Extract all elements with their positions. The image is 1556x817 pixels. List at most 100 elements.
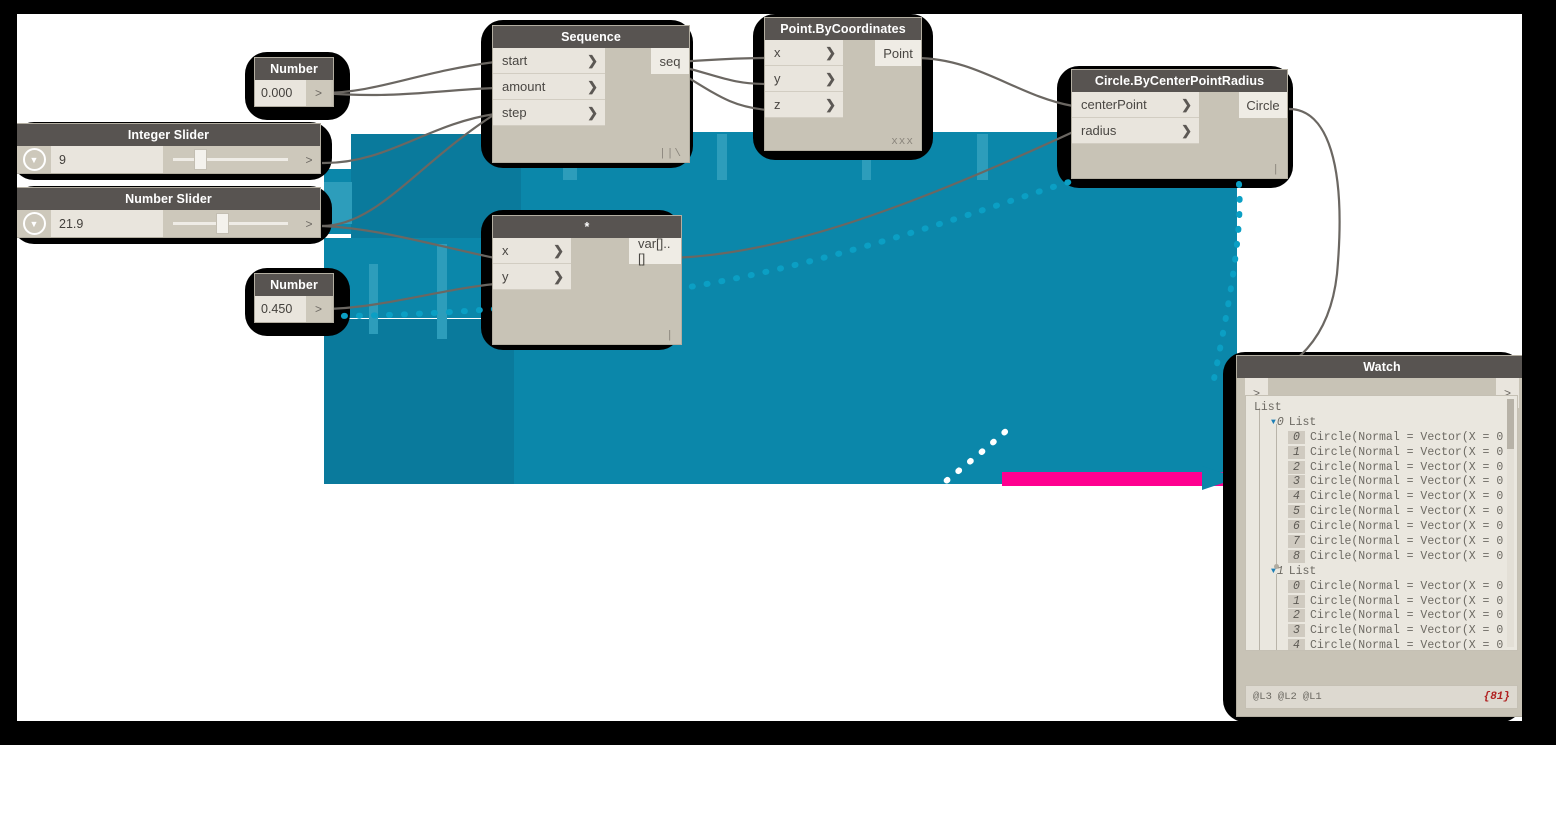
node-title: Point.ByCoordinates: [765, 18, 921, 40]
lacing-indicator[interactable]: xxx: [891, 136, 914, 148]
watch-row-label: List: [1288, 564, 1317, 578]
watch-tree-row[interactable]: List: [1246, 400, 1504, 415]
lacing-indicator[interactable]: |: [1272, 164, 1280, 176]
node-title: Integer Slider: [17, 124, 320, 146]
slider-thumb[interactable]: [217, 214, 228, 233]
node-integer-slider[interactable]: Integer Slider ▼ 9 >: [17, 124, 320, 173]
input-port-y[interactable]: y ❯: [493, 264, 571, 290]
watch-result-list[interactable]: List ▼ 0 List 0 Circle(Normal = Vector(X = 01…: [1246, 396, 1517, 650]
level-badge-l2[interactable]: @L2: [1278, 691, 1297, 703]
port-label: seq: [659, 53, 681, 69]
chevron-right-icon: ❯: [825, 44, 836, 60]
expander-button[interactable]: ▼: [17, 146, 51, 173]
node-circle-bycenterpointradius[interactable]: Circle.ByCenterPointRadius centerPoint ❯…: [1072, 70, 1287, 178]
node-title: Number: [255, 274, 333, 296]
chevron-right-icon: ❯: [1181, 96, 1192, 112]
chevron-right-icon: ❯: [587, 78, 598, 94]
watch-row-label: Circle(Normal = Vector(X = 0: [1310, 624, 1504, 638]
watch-tree-row[interactable]: 0 Circle(Normal = Vector(X = 0: [1246, 430, 1504, 445]
watch-tree-row[interactable]: 2 Circle(Normal = Vector(X = 0: [1246, 460, 1504, 475]
watch-tree-row[interactable]: 6 Circle(Normal = Vector(X = 0: [1246, 519, 1504, 534]
watch-tree-row[interactable]: 3 Circle(Normal = Vector(X = 0: [1246, 623, 1504, 638]
watch-row-index: 5: [1288, 505, 1305, 519]
watch-tree-row[interactable]: 0 Circle(Normal = Vector(X = 0: [1246, 579, 1504, 594]
input-port-z[interactable]: z ❯: [765, 92, 843, 118]
slider-value-input[interactable]: 21.9: [51, 210, 163, 237]
node-canvas[interactable]: Number 0.000 > Integer Slider ▼ 9 > Numb…: [17, 14, 1522, 721]
watch-row-index: 4: [1288, 490, 1305, 504]
input-port-step[interactable]: step ❯: [493, 100, 605, 126]
input-port-radius[interactable]: radius ❯: [1072, 118, 1199, 144]
watch-row-index: 3: [1288, 624, 1305, 638]
output-port-var[interactable]: var[]..[]: [629, 236, 681, 266]
watch-footer: @L3 @L2 @L1 {81}: [1246, 686, 1517, 708]
node-title: Number Slider: [17, 188, 320, 210]
level-badge-l3[interactable]: @L3: [1253, 691, 1272, 703]
watch-tree-row[interactable]: 7 Circle(Normal = Vector(X = 0: [1246, 534, 1504, 549]
node-point-bycoordinates[interactable]: Point.ByCoordinates x ❯ y ❯ z ❯ Point xx…: [765, 18, 921, 150]
watch-tree-row[interactable]: 4 Circle(Normal = Vector(X = 0: [1246, 489, 1504, 504]
watch-row-index: 2: [1288, 609, 1305, 623]
node-title: *: [493, 216, 681, 238]
port-label: y: [774, 71, 781, 86]
watch-tree-row[interactable]: ▼ 1 List: [1246, 564, 1504, 579]
watch-tree-row[interactable]: ▼ 0 List: [1246, 415, 1504, 430]
output-port-seq[interactable]: seq: [651, 48, 689, 74]
port-label: z: [774, 97, 781, 112]
node-number-slider[interactable]: Number Slider ▼ 21.9 >: [17, 188, 320, 237]
watch-tree-row[interactable]: 8 Circle(Normal = Vector(X = 0: [1246, 549, 1504, 564]
input-port-centerpoint[interactable]: centerPoint ❯: [1072, 92, 1199, 118]
expander-triangle-icon[interactable]: ▼: [1271, 567, 1276, 576]
output-port-chevron[interactable]: >: [306, 80, 331, 106]
input-port-amount[interactable]: amount ❯: [493, 74, 605, 100]
input-port-x[interactable]: x ❯: [765, 40, 843, 66]
chevron-right-icon: ❯: [553, 268, 564, 284]
expander-triangle-icon[interactable]: ▼: [1271, 418, 1276, 427]
watch-tree-row[interactable]: 4 Circle(Normal = Vector(X = 0: [1246, 638, 1504, 650]
node-multiply[interactable]: * x ❯ y ❯ var[]..[] |: [493, 216, 681, 344]
output-port-chevron[interactable]: >: [298, 146, 320, 173]
watch-item-count: {81}: [1483, 691, 1510, 703]
watch-scrollbar-thumb[interactable]: [1507, 399, 1514, 449]
slider-track[interactable]: [163, 210, 298, 237]
port-label: var[]..[]: [638, 236, 671, 266]
watch-tree-row[interactable]: 1 Circle(Normal = Vector(X = 0: [1246, 594, 1504, 609]
node-title: Circle.ByCenterPointRadius: [1072, 70, 1287, 92]
output-port-point[interactable]: Point: [875, 40, 921, 66]
watch-row-label: Circle(Normal = Vector(X = 0: [1310, 549, 1504, 563]
output-port-circle[interactable]: Circle: [1239, 92, 1287, 118]
watch-row-index: 1: [1288, 594, 1305, 608]
number-value-input[interactable]: 0.450: [255, 296, 306, 322]
node-watch[interactable]: Watch > > List ▼ 0 List 0 Circle(Normal = Vec…: [1237, 356, 1522, 716]
slider-track[interactable]: [163, 146, 298, 173]
level-badge-l1[interactable]: @L1: [1303, 691, 1322, 703]
output-port-chevron[interactable]: >: [298, 210, 320, 237]
node-number-bottom[interactable]: Number 0.450 >: [255, 274, 333, 322]
number-value-input[interactable]: 0.000: [255, 80, 306, 106]
chevron-right-icon: ❯: [587, 104, 598, 120]
lacing-indicator[interactable]: |: [666, 330, 674, 342]
input-port-y[interactable]: y ❯: [765, 66, 843, 92]
slider-thumb[interactable]: [195, 150, 207, 169]
node-number-top[interactable]: Number 0.000 >: [255, 58, 333, 106]
input-port-start[interactable]: start ❯: [493, 48, 605, 74]
chevron-right-icon: ❯: [553, 242, 564, 258]
output-port-chevron[interactable]: >: [306, 296, 331, 322]
input-port-x[interactable]: x ❯: [493, 238, 571, 264]
watch-row-label: List: [1254, 400, 1282, 414]
port-label: x: [774, 45, 781, 60]
port-label: Circle: [1246, 97, 1280, 113]
watch-tree-row[interactable]: 5 Circle(Normal = Vector(X = 0: [1246, 504, 1504, 519]
node-sequence[interactable]: Sequence start ❯ amount ❯ step ❯ seq ||\: [493, 26, 689, 162]
expander-button[interactable]: ▼: [17, 210, 51, 237]
lacing-indicator[interactable]: ||\: [659, 148, 682, 160]
watch-row-label: Circle(Normal = Vector(X = 0: [1310, 609, 1504, 623]
watch-row-label: Circle(Normal = Vector(X = 0: [1310, 445, 1504, 459]
watch-row-index: 0: [1276, 415, 1284, 429]
watch-tree-row[interactable]: 2 Circle(Normal = Vector(X = 0: [1246, 608, 1504, 623]
port-label: x: [502, 243, 509, 258]
watch-tree-row[interactable]: 1 Circle(Normal = Vector(X = 0: [1246, 445, 1504, 460]
chevron-right-icon: ❯: [1181, 122, 1192, 138]
slider-value-input[interactable]: 9: [51, 146, 163, 173]
watch-tree-row[interactable]: 3 Circle(Normal = Vector(X = 0: [1246, 474, 1504, 489]
